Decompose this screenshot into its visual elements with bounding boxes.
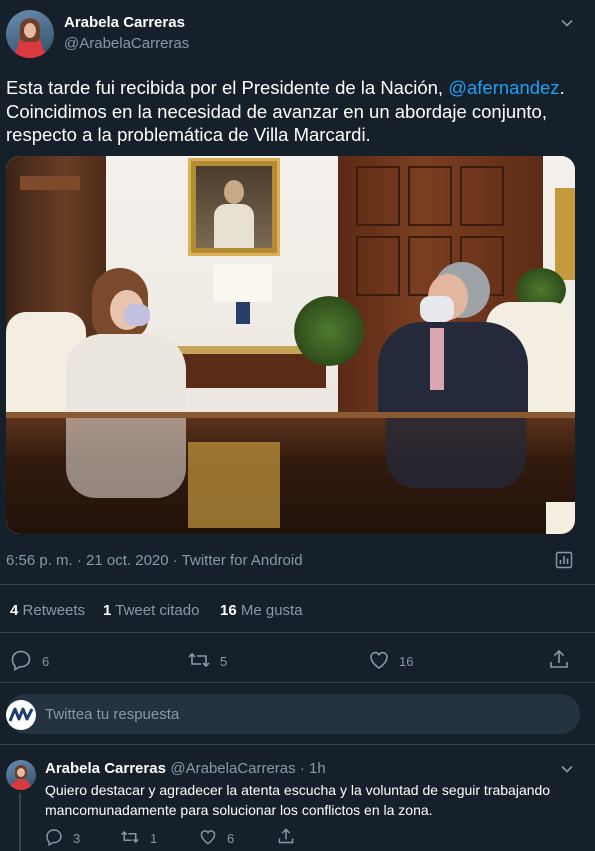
reply-icon[interactable] — [10, 649, 32, 671]
divider — [0, 682, 595, 683]
retweets-label: Retweets — [22, 602, 86, 619]
retweet-icon[interactable] — [120, 828, 140, 846]
likes-stat[interactable]: 16 Me gusta — [220, 602, 303, 619]
reply-like-count: 6 — [227, 831, 235, 846]
retweets-stat[interactable]: 4 Retweets — [10, 602, 85, 619]
reply-text: Quiero destacar y agradecer la atenta es… — [45, 782, 551, 818]
chevron-down-icon[interactable] — [561, 762, 573, 780]
tweet-text: Esta tarde fui recibida por el President… — [6, 76, 591, 147]
like-icon[interactable] — [199, 828, 217, 846]
reply-author-avatar[interactable] — [6, 760, 36, 790]
tweet-photo[interactable] — [6, 156, 575, 534]
retweet-count: 5 — [220, 654, 228, 669]
retweet-icon[interactable] — [187, 649, 211, 671]
retweets-count: 4 — [10, 602, 19, 619]
reply-header: Arabela Carreras @ArabelaCarreras · 1h — [45, 760, 326, 778]
like-icon[interactable] — [368, 649, 390, 671]
reply-retweet-count: 1 — [150, 831, 158, 846]
share-icon[interactable] — [277, 827, 295, 845]
thread-line — [19, 793, 21, 851]
like-count: 16 — [399, 654, 414, 669]
author-name[interactable]: Arabela Carreras — [64, 14, 185, 31]
tweet-text-before: Esta tarde fui recibida por el President… — [6, 77, 449, 98]
divider — [0, 744, 595, 745]
likes-label: Me gusta — [240, 602, 303, 619]
chevron-down-icon[interactable] — [561, 16, 573, 34]
reply-reply-count: 3 — [73, 831, 81, 846]
reply-count: 6 — [42, 654, 50, 669]
author-avatar[interactable] — [6, 10, 54, 58]
share-icon[interactable] — [548, 648, 570, 670]
likes-count: 16 — [220, 602, 237, 619]
reply-icon[interactable] — [45, 828, 63, 846]
user-avatar[interactable] — [6, 700, 36, 730]
reply-author-name[interactable]: Arabela Carreras — [45, 760, 166, 777]
tweet-timestamp[interactable]: 6:56 p. m. · 21 oct. 2020 · Twitter for … — [6, 552, 303, 569]
quotes-stat[interactable]: 1 Tweet citado — [103, 602, 199, 619]
quotes-label: Tweet citado — [115, 602, 200, 619]
quotes-count: 1 — [103, 602, 112, 619]
divider — [0, 632, 595, 633]
mention-link[interactable]: @afernandez — [448, 77, 559, 98]
divider — [0, 584, 595, 585]
author-handle[interactable]: @ArabelaCarreras — [64, 35, 189, 52]
reply-author-handle[interactable]: @ArabelaCarreras · 1h — [170, 760, 325, 777]
reply-input[interactable]: Twittea tu respuesta — [45, 706, 179, 723]
analytics-icon[interactable] — [555, 551, 573, 574]
